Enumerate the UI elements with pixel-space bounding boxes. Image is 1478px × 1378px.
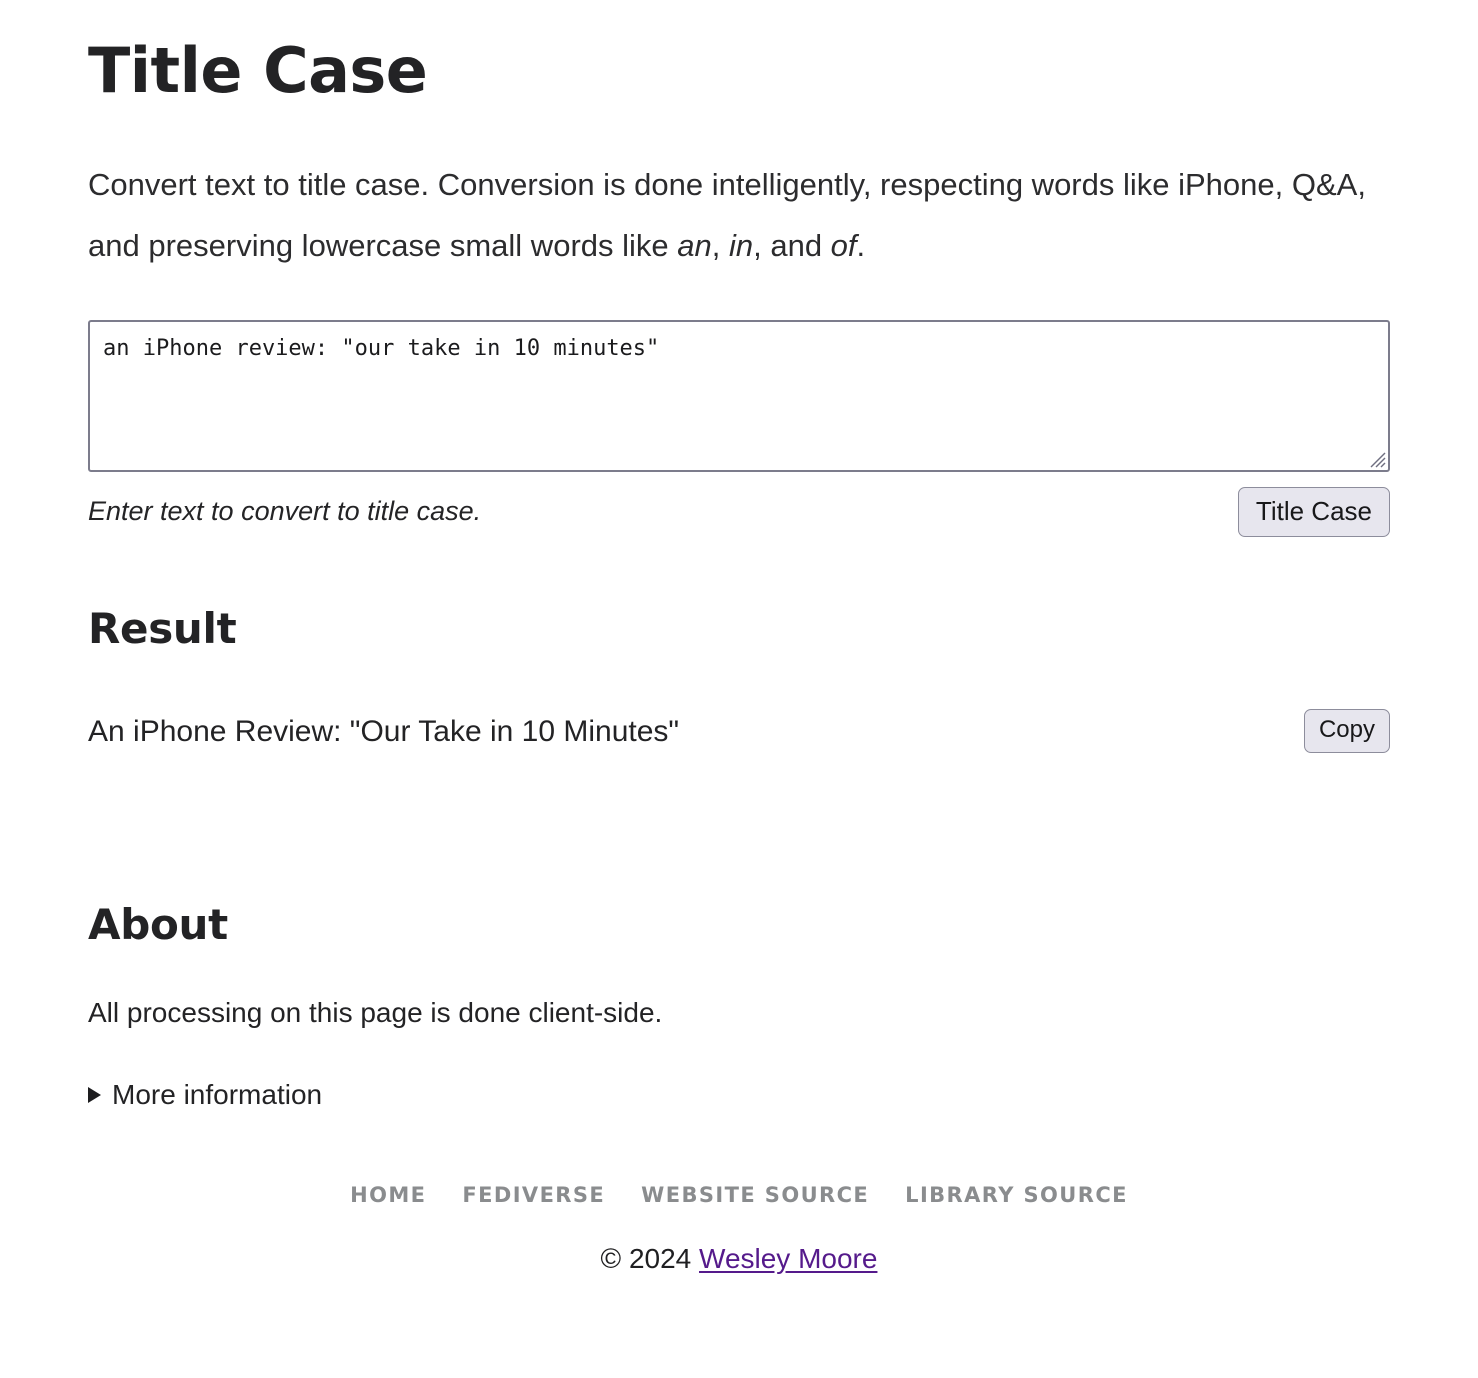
footer-link-fediverse[interactable]: Fediverse [462, 1183, 605, 1207]
intro-em-an: an [677, 227, 712, 263]
result-section: Result An iPhone Review: "Our Take in 10… [88, 537, 1390, 754]
intro-sep-2: , and [753, 227, 831, 263]
more-information-disclosure[interactable]: More information [88, 1032, 1390, 1113]
textarea-wrapper [88, 319, 1390, 472]
input-block: Enter text to convert to title case. Tit… [88, 276, 1390, 537]
about-section: About All processing on this page is don… [88, 753, 1390, 1113]
footer-copyright: © 2024 Wesley Moore [88, 1207, 1390, 1277]
about-text: All processing on this page is done clie… [88, 997, 663, 1029]
intro-paragraph: Convert text to title case. Conversion i… [88, 103, 1390, 276]
result-output-text: An iPhone Review: "Our Take in 10 Minute… [88, 714, 680, 748]
footer-nav: Home Fediverse Website Source Library So… [88, 1183, 1390, 1207]
page-title: Title Case [88, 34, 428, 107]
title-case-button[interactable]: Title Case [1237, 486, 1390, 537]
source-text-input[interactable] [88, 319, 1390, 472]
triangle-right-icon [88, 1086, 101, 1103]
page-root: Title Case Convert text to title case. C… [0, 0, 1478, 1311]
result-heading: Result [88, 603, 237, 653]
footer-link-library-source[interactable]: Library Source [905, 1183, 1128, 1207]
footer-link-home[interactable]: Home [350, 1183, 426, 1207]
author-link[interactable]: Wesley Moore [699, 1243, 877, 1274]
site-footer: Home Fediverse Website Source Library So… [88, 1113, 1390, 1311]
intro-em-of: of [830, 227, 857, 263]
result-row: An iPhone Review: "Our Take in 10 Minute… [88, 651, 1390, 754]
more-information-summary[interactable]: More information [88, 1077, 1390, 1113]
copy-button[interactable]: Copy [1303, 709, 1390, 754]
about-heading: About [88, 900, 228, 950]
copyright-text: © 2024 [600, 1242, 700, 1274]
intro-text-end: . [856, 227, 866, 263]
more-information-label: More information [112, 1078, 323, 1110]
input-helper-text: Enter text to convert to title case. [88, 496, 482, 527]
input-helper-row: Enter text to convert to title case. Tit… [88, 472, 1390, 537]
footer-link-website-source[interactable]: Website Source [641, 1183, 869, 1207]
intro-em-in: in [728, 227, 754, 263]
intro-sep-1: , [711, 227, 729, 263]
